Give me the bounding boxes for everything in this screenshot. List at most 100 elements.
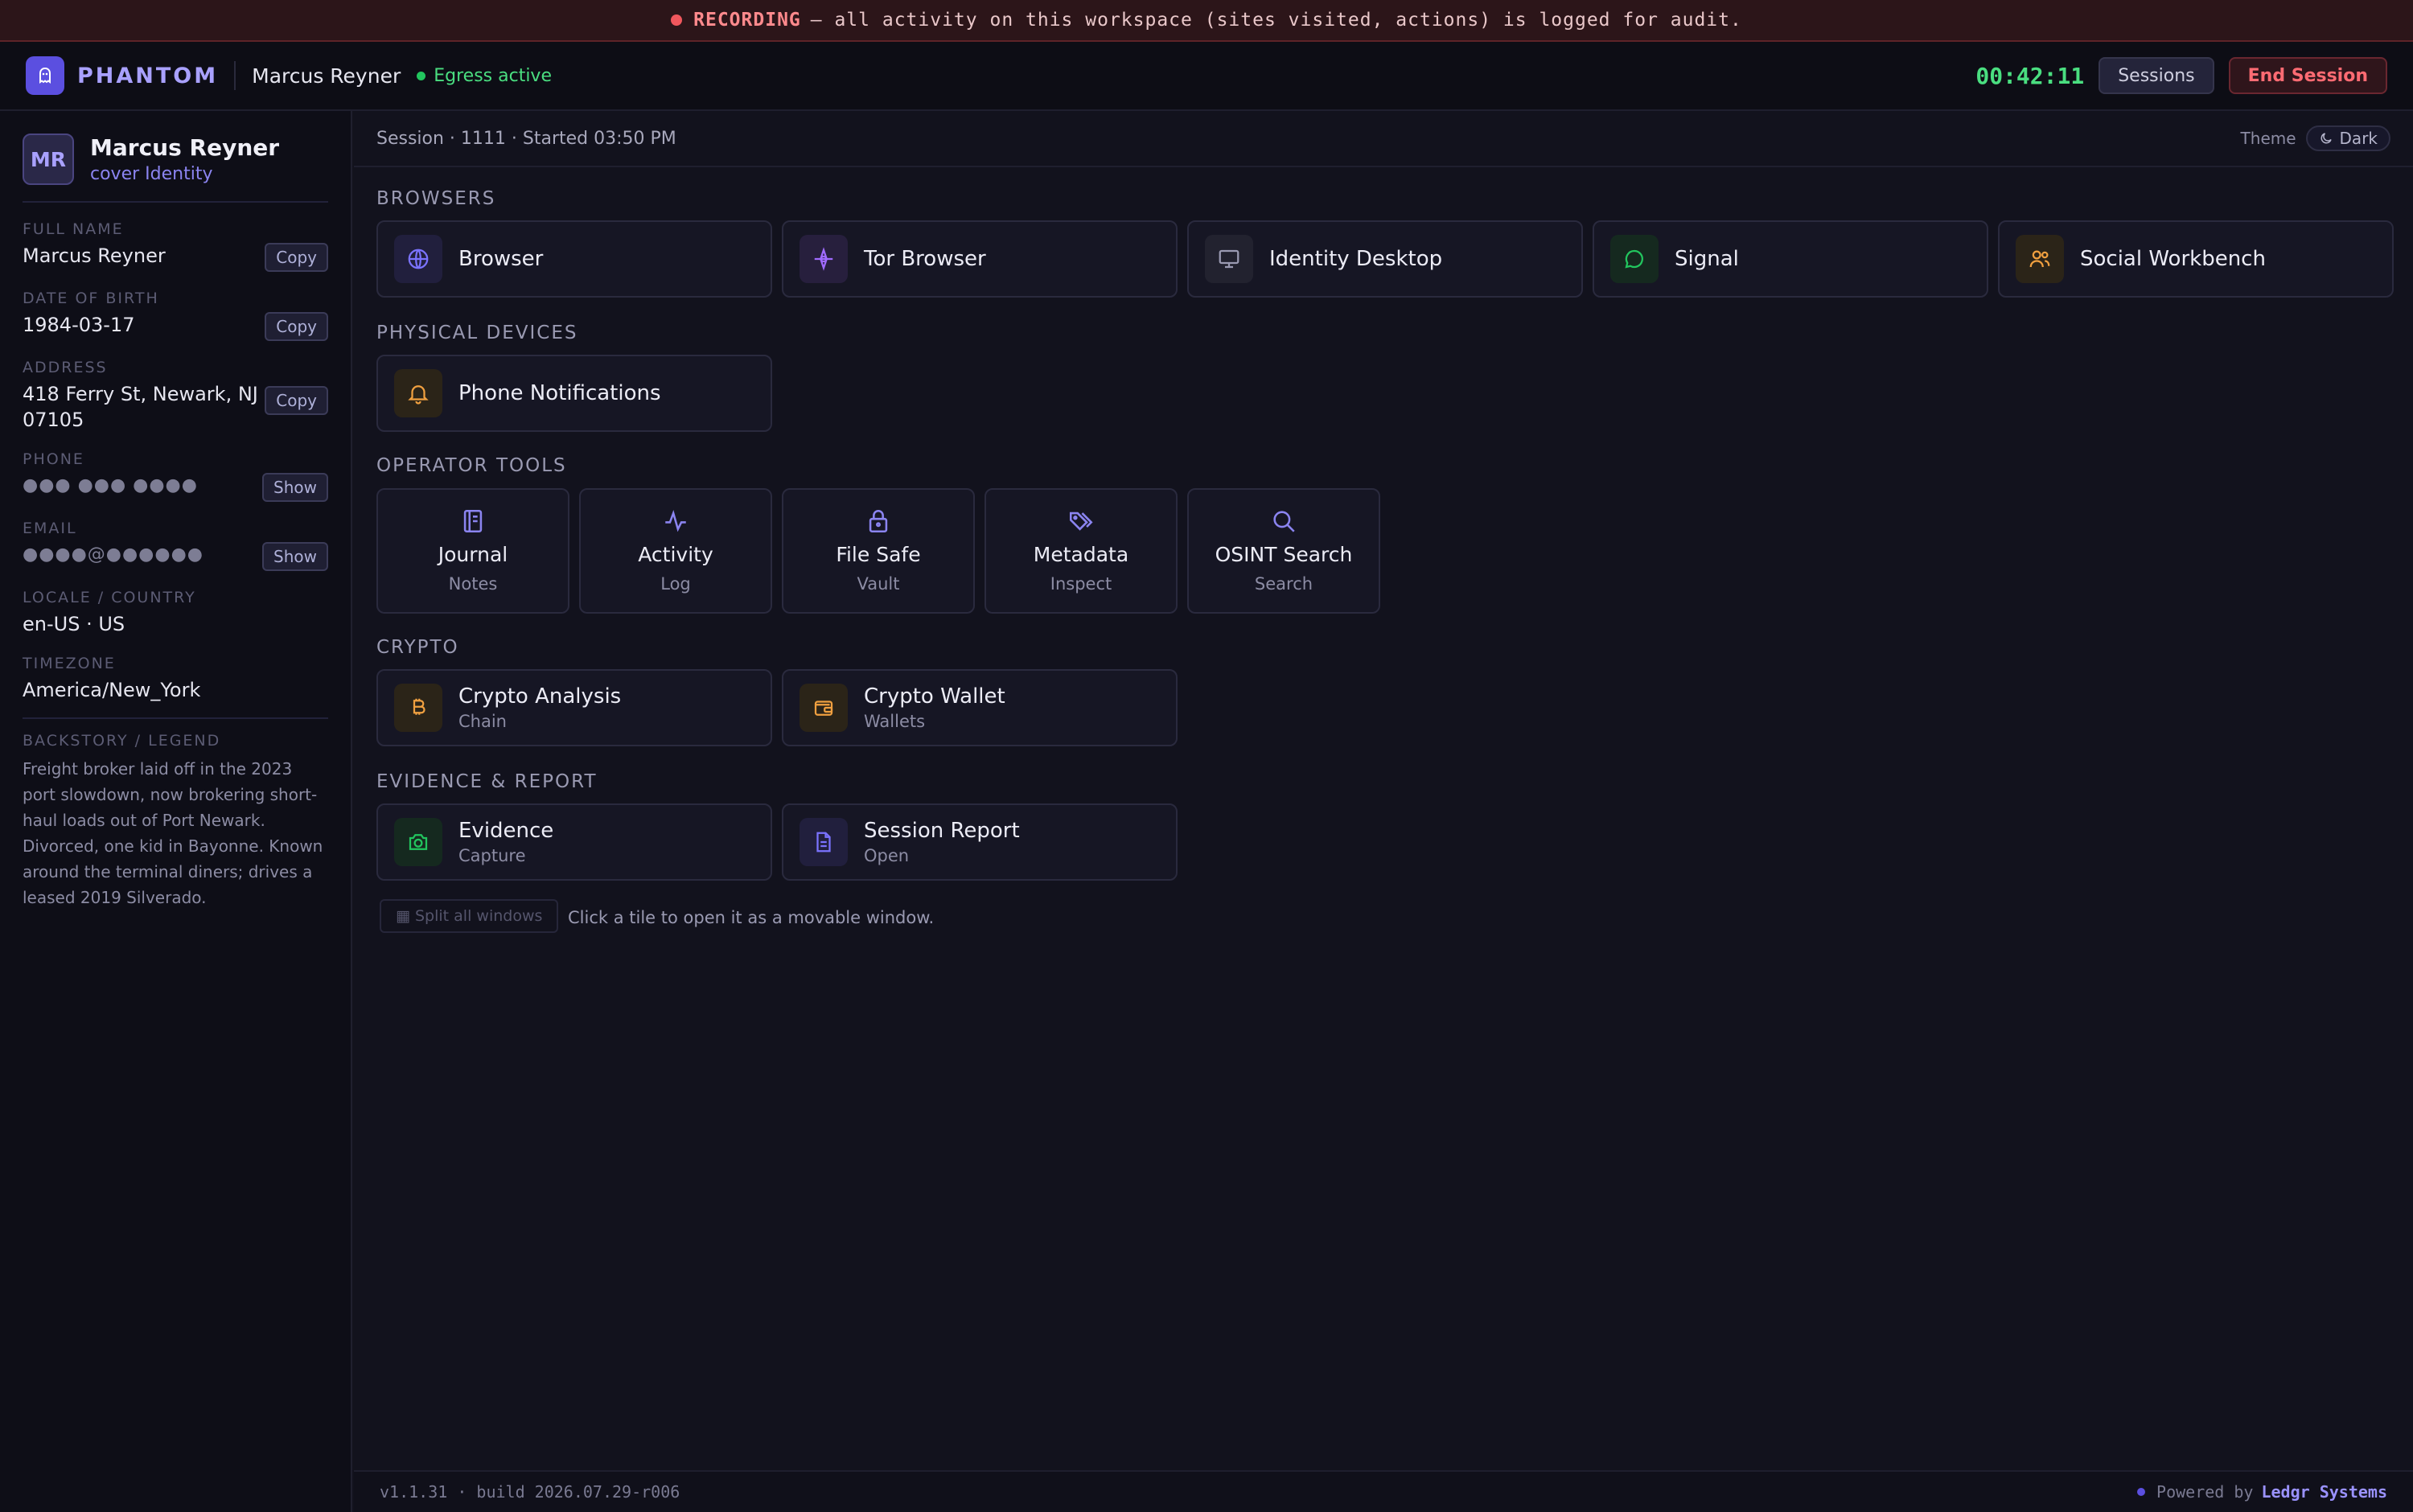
section-title-tools: OPERATOR TOOLS bbox=[376, 455, 567, 476]
field-label: FULL NAME bbox=[23, 220, 124, 238]
tool-sub: Log bbox=[660, 574, 691, 594]
tile-sub: Open bbox=[864, 846, 910, 865]
camera-icon bbox=[394, 818, 442, 866]
tool-label: Journal bbox=[438, 543, 508, 566]
tool-label: File Safe bbox=[836, 543, 921, 566]
company-link[interactable]: Ledgr Systems bbox=[2261, 1482, 2387, 1502]
identity-role: cover Identity bbox=[90, 164, 213, 184]
tile-evidence[interactable]: Evidence Capture bbox=[376, 803, 772, 881]
tile-session-report[interactable]: Session Report Open bbox=[782, 803, 1178, 881]
build-version: v1.1.31 · build 2026.07.29-r006 bbox=[380, 1482, 680, 1502]
tile-phone-notifications[interactable]: Phone Notifications bbox=[376, 355, 772, 432]
tool-file-safe[interactable]: File Safe Vault bbox=[782, 488, 975, 614]
tile-label: Social Workbench bbox=[2080, 247, 2266, 271]
wallet-icon bbox=[800, 684, 848, 732]
powered-by: Powered by Ledgr Systems bbox=[2137, 1482, 2387, 1502]
field-phone: PHONE ●●● ●●● ●●●● Show bbox=[23, 450, 328, 502]
end-session-button[interactable]: End Session bbox=[2228, 57, 2387, 94]
tile-label: Crypto Wallet bbox=[864, 684, 1005, 709]
theme-toggle[interactable]: Dark bbox=[2305, 125, 2390, 151]
footer: v1.1.31 · build 2026.07.29-r006 Powered … bbox=[354, 1470, 2413, 1512]
backstory-text: Freight broker laid off in the 2023 port… bbox=[23, 759, 323, 907]
moon-icon bbox=[2321, 133, 2332, 144]
show-phone-button[interactable]: Show bbox=[262, 473, 328, 502]
masked-email-value: ●●●●@●●●●●● bbox=[23, 544, 203, 565]
tile-browser[interactable]: Browser bbox=[376, 220, 772, 298]
show-email-button[interactable]: Show bbox=[262, 542, 328, 571]
tool-label: OSINT Search bbox=[1215, 543, 1353, 566]
monitor-icon bbox=[1205, 235, 1253, 283]
copy-address-button[interactable]: Copy bbox=[265, 386, 328, 415]
sessions-button[interactable]: Sessions bbox=[2099, 57, 2214, 94]
session-info: Session · 1111 · Started 03:50 PM bbox=[376, 128, 676, 149]
recording-dot-icon bbox=[671, 14, 683, 26]
tile-signal[interactable]: Signal bbox=[1593, 220, 1988, 298]
section-title-crypto: CRYPTO bbox=[376, 637, 459, 658]
tool-sub: Vault bbox=[857, 574, 900, 594]
recording-text: — all activity on this workspace (sites … bbox=[810, 10, 1742, 31]
hint-text: Click a tile to open it as a movable win… bbox=[568, 908, 935, 927]
field-label: ADDRESS bbox=[23, 359, 108, 376]
tile-sub: Chain bbox=[458, 712, 507, 731]
search-icon bbox=[1273, 511, 1295, 532]
active-identity-name: Marcus Reyner bbox=[252, 64, 401, 88]
field-email: EMAIL ●●●●@●●●●●● Show bbox=[23, 520, 328, 571]
field-value: en-US · US bbox=[23, 613, 125, 635]
tile-crypto-wallet[interactable]: Crypto Wallet Wallets bbox=[782, 669, 1178, 746]
bell-icon bbox=[394, 369, 442, 417]
tile-label: Tor Browser bbox=[864, 247, 986, 271]
egress-label: Egress active bbox=[434, 65, 552, 86]
top-bar: PHANTOM Marcus Reyner Egress active 00:4… bbox=[0, 42, 2413, 111]
field-value: 418 Ferry St, Newark, NJ 07105 bbox=[23, 383, 258, 431]
tile-crypto-analysis[interactable]: Crypto Analysis Chain bbox=[376, 669, 772, 746]
tool-sub: Inspect bbox=[1050, 574, 1112, 594]
copy-dob-button[interactable]: Copy bbox=[265, 312, 328, 341]
tile-label: Signal bbox=[1675, 247, 1739, 271]
divider bbox=[23, 717, 328, 719]
tile-social-workbench[interactable]: Social Workbench bbox=[1998, 220, 2394, 298]
egress-status: Egress active bbox=[417, 66, 552, 86]
tile-label: Crypto Analysis bbox=[458, 684, 622, 709]
theme-value: Dark bbox=[2339, 129, 2378, 148]
tool-activity[interactable]: Activity Log bbox=[579, 488, 772, 614]
field-address: ADDRESS 418 Ferry St, Newark, NJ 07105 C… bbox=[23, 359, 328, 433]
tool-label: Metadata bbox=[1033, 543, 1129, 566]
tool-metadata[interactable]: Metadata Inspect bbox=[985, 488, 1178, 614]
field-full-name: FULL NAME Marcus Reyner Copy bbox=[23, 220, 328, 272]
session-timer: 00:42:11 bbox=[1975, 62, 2085, 89]
tor-icon bbox=[800, 235, 848, 283]
identity-profile: MR Marcus Reyner cover Identity bbox=[23, 134, 328, 203]
brand-name: PHANTOM bbox=[77, 63, 219, 88]
company-logo-icon bbox=[2137, 1488, 2146, 1496]
tool-journal[interactable]: Journal Notes bbox=[376, 488, 569, 614]
bitcoin-icon bbox=[394, 684, 442, 732]
tool-sub: Search bbox=[1254, 574, 1313, 594]
field-label: LOCALE / COUNTRY bbox=[23, 589, 196, 606]
phantom-logo-icon bbox=[26, 56, 64, 95]
tags-icon bbox=[1069, 512, 1093, 531]
field-timezone: TIMEZONE America/New_York bbox=[23, 655, 328, 703]
split-all-windows-button[interactable]: ▦ Split all windows bbox=[380, 899, 559, 933]
recording-banner: RECORDING — all activity on this workspa… bbox=[0, 0, 2413, 42]
tile-identity-desktop[interactable]: Identity Desktop bbox=[1187, 220, 1583, 298]
globe-icon bbox=[394, 235, 442, 283]
tool-osint-search[interactable]: OSINT Search Search bbox=[1187, 488, 1380, 614]
recording-label: RECORDING bbox=[693, 10, 801, 31]
identity-name: Marcus Reyner bbox=[90, 134, 280, 161]
theme-label: Theme bbox=[2240, 129, 2296, 148]
workspace-main: Session · 1111 · Started 03:50 PM Theme … bbox=[354, 111, 2413, 1470]
copy-full-name-button[interactable]: Copy bbox=[265, 243, 328, 272]
field-value: Marcus Reyner bbox=[23, 244, 166, 267]
tile-tor-browser[interactable]: Tor Browser bbox=[782, 220, 1178, 298]
field-backstory: BACKSTORY / LEGEND Freight broker laid o… bbox=[23, 732, 328, 910]
tool-sub: Notes bbox=[448, 574, 498, 594]
field-label: BACKSTORY / LEGEND bbox=[23, 732, 221, 750]
field-date-of-birth: DATE OF BIRTH 1984-03-17 Copy bbox=[23, 290, 328, 341]
session-bar: Session · 1111 · Started 03:50 PM Theme … bbox=[354, 111, 2413, 167]
journal-icon bbox=[463, 509, 483, 533]
divider bbox=[234, 61, 236, 90]
identity-sidebar: MR Marcus Reyner cover Identity FULL NAM… bbox=[0, 111, 352, 1512]
lock-icon bbox=[869, 510, 888, 533]
section-title-devices: PHYSICAL DEVICES bbox=[376, 323, 578, 343]
tile-label: Identity Desktop bbox=[1269, 247, 1443, 271]
